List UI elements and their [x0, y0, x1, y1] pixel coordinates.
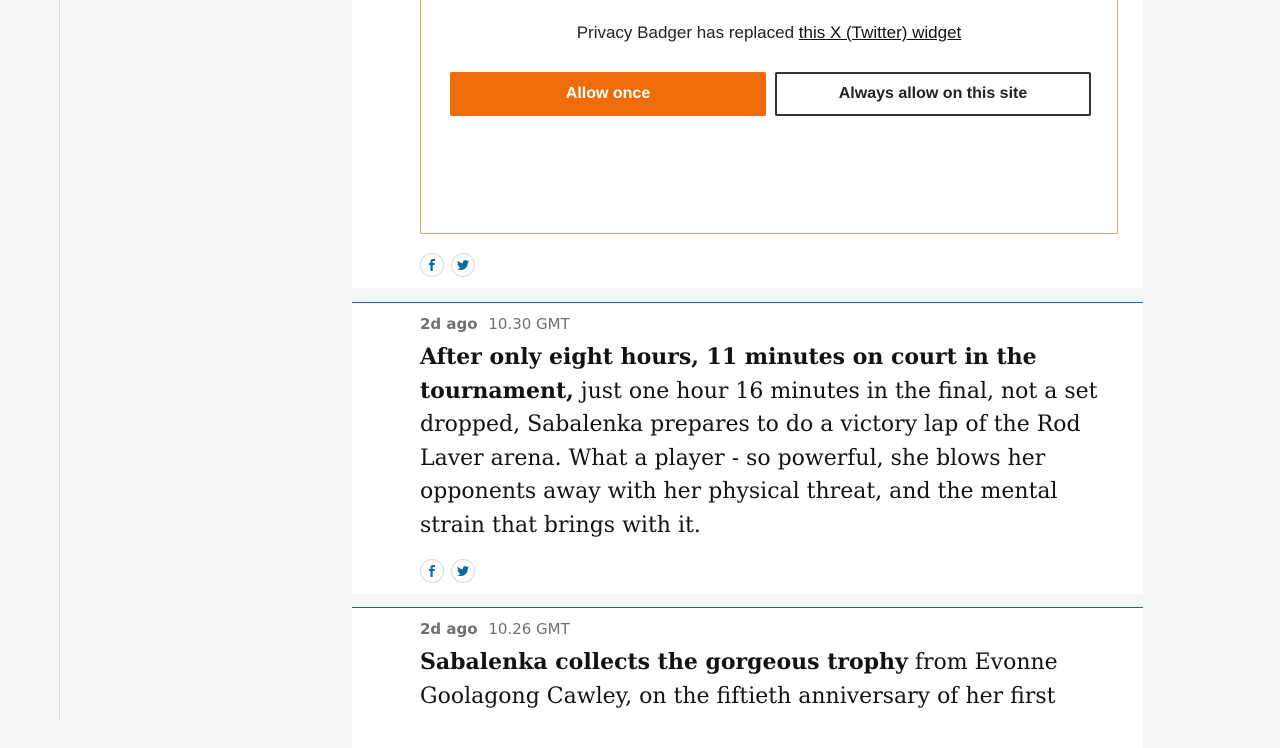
widget-link[interactable]: this X (Twitter) widget [799, 23, 962, 42]
facebook-share-button[interactable] [420, 253, 444, 277]
twitter-icon [457, 566, 469, 576]
twitter-share-button[interactable] [451, 559, 475, 583]
post-time: 10.30 GMT [488, 315, 570, 333]
twitter-share-button[interactable] [451, 253, 475, 277]
facebook-share-button[interactable] [420, 559, 444, 583]
left-margin-rule [59, 0, 60, 720]
twitter-icon [457, 260, 469, 270]
privacy-badger-message-text: Privacy Badger has replaced [576, 23, 795, 42]
allow-once-button[interactable]: Allow once [450, 72, 766, 116]
share-buttons [420, 559, 475, 583]
post-timestamp: 2d ago 10.26 GMT [420, 620, 570, 638]
post-body: After only eight hours, 11 minutes on co… [420, 341, 1110, 542]
privacy-badger-placeholder: Privacy Badger has replaced this X (Twit… [420, 0, 1118, 234]
post-relative-time: 2d ago [420, 620, 478, 638]
post-time: 10.26 GMT [488, 620, 570, 638]
post-timestamp: 2d ago 10.30 GMT [420, 315, 570, 333]
embed-card: Privacy Badger has replaced this X (Twit… [352, 0, 1143, 288]
post-body: Sabalenka collects the gorgeous trophy f… [420, 646, 1110, 713]
post-headline: Sabalenka collects the gorgeous trophy [420, 649, 908, 675]
live-blog-column: Privacy Badger has replaced this X (Twit… [352, 0, 1143, 748]
facebook-icon [429, 259, 435, 271]
post-relative-time: 2d ago [420, 315, 478, 333]
privacy-badger-message: Privacy Badger has replaced this X (Twit… [421, 23, 1117, 43]
live-blog-post: 2d ago 10.26 GMT Sabalenka collects the … [352, 607, 1143, 748]
share-buttons [420, 253, 475, 277]
facebook-icon [429, 565, 435, 577]
always-allow-button[interactable]: Always allow on this site [775, 72, 1091, 116]
live-blog-post: 2d ago 10.30 GMT After only eight hours,… [352, 302, 1143, 594]
